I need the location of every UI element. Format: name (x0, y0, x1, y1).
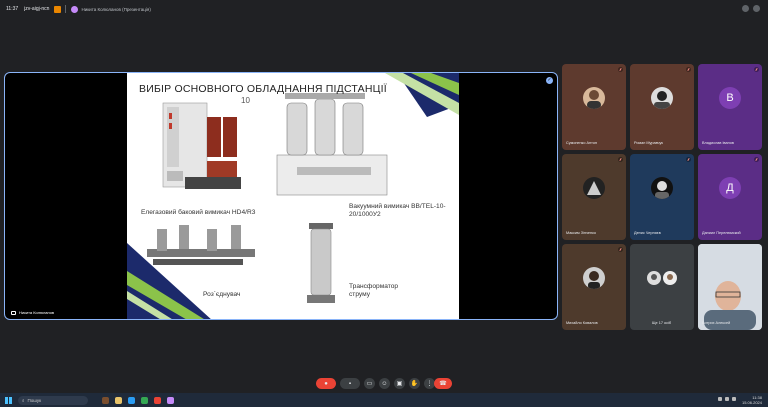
participant-tile[interactable]: Сумоненко Антон (562, 64, 626, 150)
avatar: В (719, 87, 741, 109)
presenter-label: Никита Колюланов (11, 310, 54, 315)
participant-tile[interactable]: Денис Черняєв (630, 154, 694, 240)
user-avatar-icon[interactable] (753, 5, 760, 12)
avatar (651, 87, 673, 109)
store-icon[interactable] (141, 396, 148, 404)
windows-taskbar: ⌕ Пошук 11:38 15.06.2024 (0, 393, 768, 407)
slide-title: ВИБІР ОСНОВНОГО ОБЛАДНАННЯ ПІДСТАНЦІЇ (139, 83, 387, 95)
emoji-button[interactable]: ☺ (379, 378, 390, 389)
presentation-tab-title[interactable]: Никита Колюланов (Презентація) (81, 7, 150, 12)
window-controls (742, 5, 760, 12)
taskbar-clock[interactable]: 11:38 15.06.2024 (742, 395, 762, 405)
search-placeholder: Пошук (27, 397, 42, 403)
participant-name: Даниил Перелюмский (702, 231, 741, 235)
participant-name: Битрих Алексей (702, 321, 731, 325)
camera-toggle-button[interactable]: ▪ (340, 378, 360, 389)
meeting-controls: ● ▪ ▭ ☺ ▣ ✋ ⋮ ☎ (0, 376, 768, 390)
clock-date: 15.06.2024 (741, 400, 762, 405)
participant-tile-video[interactable]: Битрих Алексей (698, 244, 762, 330)
presentation-slide: ВИБІР ОСНОВНОГО ОБЛАДНАННЯ ПІДСТАНЦІЇ 10… (127, 73, 459, 319)
participant-tile[interactable]: Роман Муравчук (630, 64, 694, 150)
avatar: Д (719, 177, 741, 199)
mic-muted-icon (618, 157, 623, 162)
battery-icon[interactable] (732, 397, 736, 401)
participant-tile-others[interactable]: Ще 17 осіб (630, 244, 694, 330)
slide-label-vacuum-breaker: Вакуумний вимикач ВВ/TEL-10-20/1000У2 (349, 203, 446, 218)
participant-tile[interactable]: Д Даниил Перелюмский (698, 154, 762, 240)
volume-icon[interactable] (725, 397, 729, 401)
participant-name: Роман Муравчук (634, 141, 664, 145)
search-icon: ⌕ (22, 397, 25, 403)
participant-name: Денис Черняєв (634, 231, 661, 235)
participant-tile[interactable]: Михайло Ковалов (562, 244, 626, 330)
others-avatars (646, 267, 678, 289)
participant-tile[interactable]: Максим Зінченко (562, 154, 626, 240)
avatar (583, 267, 605, 289)
avatar (651, 177, 673, 199)
presenting-badge-icon (54, 5, 62, 13)
widget-icon[interactable] (102, 396, 109, 404)
mic-muted-icon (686, 67, 691, 72)
taskbar-search[interactable]: ⌕ Пошук (18, 395, 88, 405)
present-button[interactable]: ▣ (394, 378, 405, 389)
app-icon[interactable] (167, 396, 174, 404)
tab-avatar-icon (71, 5, 79, 13)
participant-name: Михайло Ковалов (566, 321, 598, 325)
clock-text: 11:37 (6, 6, 19, 12)
screen-share-icon (11, 310, 16, 315)
presentation-tile[interactable]: ВИБІР ОСНОВНОГО ОБЛАДНАННЯ ПІДСТАНЦІЇ 10… (4, 72, 558, 320)
mic-muted-icon (618, 67, 623, 72)
file-explorer-icon[interactable] (115, 396, 122, 404)
participant-name: Сумоненко Антон (566, 141, 598, 145)
raise-hand-button[interactable]: ✋ (409, 378, 420, 389)
avatar (583, 177, 605, 199)
mic-muted-icon (754, 67, 759, 72)
chrome-icon[interactable] (154, 396, 161, 404)
participant-name: Владислав Іванов (702, 141, 734, 145)
browser-top-bar: 11:37 jzv-aigj-ncn Никита Колюланов (Пре… (0, 0, 768, 18)
taskbar-apps (102, 396, 174, 404)
participants-grid: Сумоненко Антон Роман Муравчук В Владисл… (560, 62, 768, 330)
participant-name: Максим Зінченко (566, 231, 596, 235)
participant-video (698, 244, 762, 330)
avatar (583, 87, 605, 109)
slide-label-gas-breaker: Елегазовий баковий вимикач HD4/R3 (141, 209, 256, 216)
divider (65, 5, 67, 13)
meeting-code: jzv-aigj-ncn (24, 6, 50, 12)
presenter-name: Никита Колюланов (19, 310, 55, 315)
slide-subtitle: 10 (241, 96, 250, 105)
others-count: Ще 17 осіб (652, 321, 672, 325)
captions-button[interactable]: ▭ (364, 378, 375, 389)
minimize-icon[interactable] (742, 5, 749, 12)
mic-muted-icon (686, 157, 691, 162)
start-icon[interactable] (5, 396, 12, 404)
system-tray (718, 397, 736, 401)
slide-label-disconnector: Роз`єднувач (203, 291, 241, 298)
mic-muted-icon (618, 247, 623, 252)
wifi-icon[interactable] (718, 397, 722, 401)
pin-icon[interactable]: ✓ (546, 77, 553, 84)
end-call-button[interactable]: ☎ (434, 378, 452, 389)
mic-toggle-button[interactable]: ● (316, 378, 336, 389)
participant-tile[interactable]: В Владислав Іванов (698, 64, 762, 150)
edge-icon[interactable] (128, 396, 135, 404)
mic-muted-icon (754, 157, 759, 162)
slide-label-current-transformer: Трансформатор струму (349, 283, 399, 298)
